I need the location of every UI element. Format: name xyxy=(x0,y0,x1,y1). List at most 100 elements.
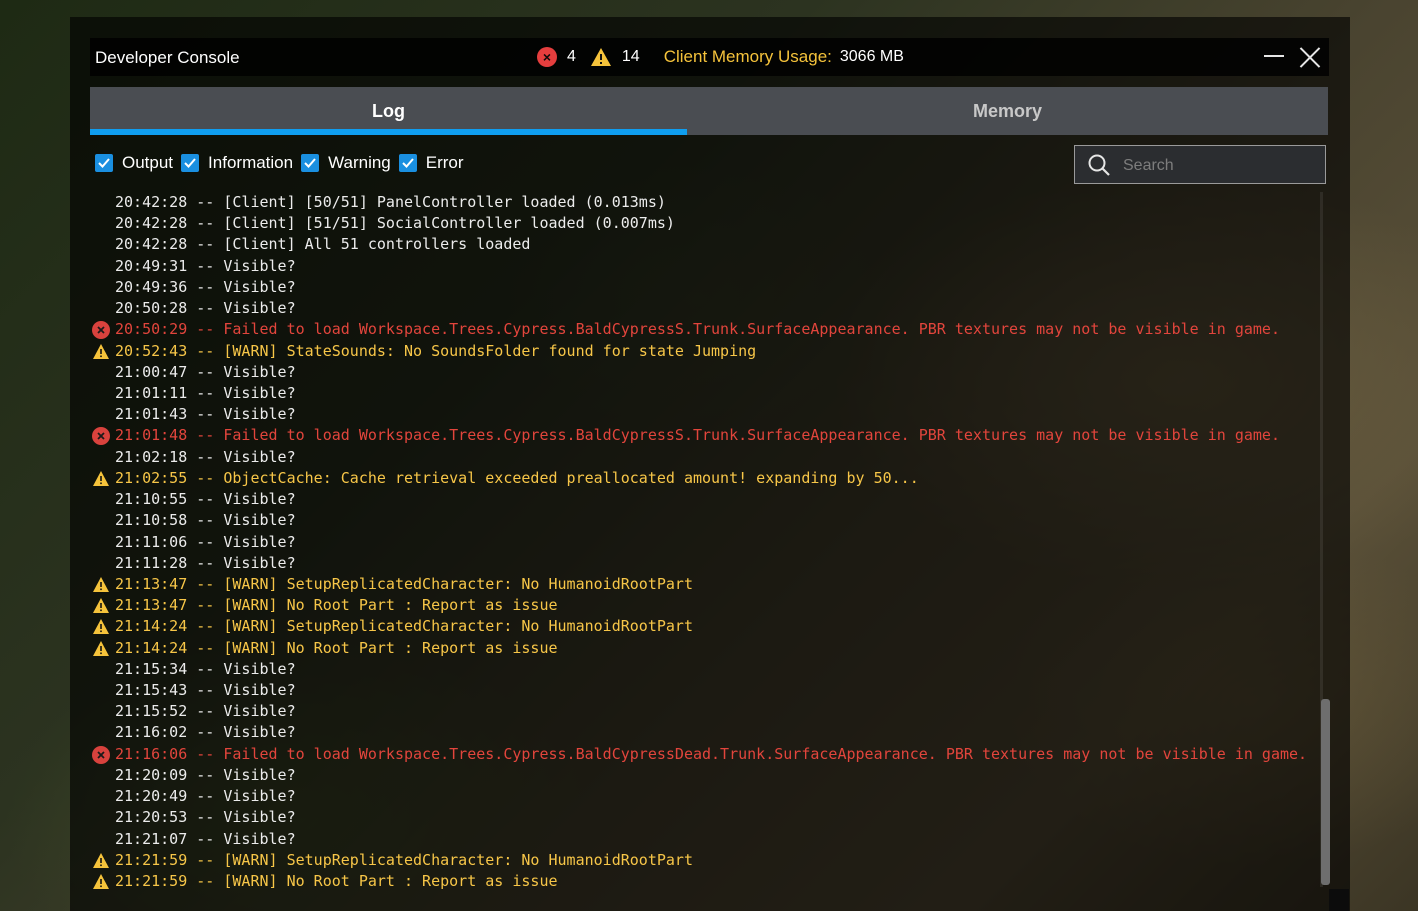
search-input[interactable] xyxy=(1121,146,1320,185)
log-line-text: 21:11:28 -- Visible? xyxy=(115,553,296,572)
log-line-output: 21:15:52 -- Visible? xyxy=(92,701,1322,722)
log-line-output: 21:10:55 -- Visible? xyxy=(92,489,1322,510)
log-line-text: 21:21:07 -- Visible? xyxy=(115,829,296,848)
warning-count: 14 xyxy=(621,48,640,65)
log-line-text: 20:50:29 -- Failed to load Workspace.Tre… xyxy=(115,320,1280,339)
checkbox-checked-icon[interactable] xyxy=(95,154,113,172)
log-output[interactable]: 20:42:28 -- [Client] [50/51] PanelContro… xyxy=(92,192,1322,892)
log-line-text: 21:15:43 -- Visible? xyxy=(115,681,296,700)
warning-icon xyxy=(93,619,109,635)
log-line-text: 21:15:52 -- Visible? xyxy=(115,702,296,721)
warning-icon xyxy=(93,598,109,614)
log-line-warning: 21:13:47 -- [WARN] No Root Part : Report… xyxy=(92,595,1322,616)
filter-output-label: Output xyxy=(122,153,174,172)
log-line-text: 21:20:09 -- Visible? xyxy=(115,765,296,784)
tab-log[interactable]: Log xyxy=(90,87,687,135)
filter-warning-label: Warning xyxy=(328,153,391,172)
log-line-output: 21:02:18 -- Visible? xyxy=(92,447,1322,468)
log-line-output: 21:01:11 -- Visible? xyxy=(92,383,1322,404)
error-icon xyxy=(92,321,110,340)
log-line-output: 21:15:43 -- Visible? xyxy=(92,680,1322,701)
log-line-text: 21:16:06 -- Failed to load Workspace.Tre… xyxy=(115,744,1308,763)
log-line-text: 21:13:47 -- [WARN] SetupReplicatedCharac… xyxy=(115,574,693,593)
log-line-warning: 21:14:24 -- [WARN] No Root Part : Report… xyxy=(92,638,1322,659)
active-tab-indicator xyxy=(90,129,687,135)
window-title: Developer Console xyxy=(95,48,240,67)
log-line-text: 21:16:02 -- Visible? xyxy=(115,723,296,742)
log-line-text: 21:20:49 -- Visible? xyxy=(115,787,296,806)
warning-icon xyxy=(93,852,109,868)
log-line-text: 21:20:53 -- Visible? xyxy=(115,808,296,827)
warning-icon xyxy=(93,576,109,592)
console-stats: × 4 14 Client Memory Usage: 3066 MB xyxy=(537,46,904,68)
log-line-output: 21:11:28 -- Visible? xyxy=(92,553,1322,574)
log-line-text: 21:14:24 -- [WARN] SetupReplicatedCharac… xyxy=(115,617,693,636)
log-line-text: 21:21:59 -- [WARN] SetupReplicatedCharac… xyxy=(115,850,693,869)
tab-memory[interactable]: Memory xyxy=(687,87,1328,135)
log-line-warning: 21:21:59 -- [WARN] No Root Part : Report… xyxy=(92,871,1322,892)
tab-bar: Log Memory xyxy=(90,87,1328,135)
log-line-text: 20:49:31 -- Visible? xyxy=(115,256,296,275)
log-line-output: 20:42:28 -- [Client] All 51 controllers … xyxy=(92,234,1322,255)
log-line-warning: 21:14:24 -- [WARN] SetupReplicatedCharac… xyxy=(92,616,1322,637)
log-line-output: 21:15:34 -- Visible? xyxy=(92,659,1322,680)
log-line-text: 20:42:28 -- [Client] [50/51] PanelContro… xyxy=(115,193,666,211)
scrollbar-thumb[interactable] xyxy=(1321,699,1330,885)
filter-information-label: Information xyxy=(208,153,294,172)
log-line-output: 20:50:28 -- Visible? xyxy=(92,298,1322,319)
log-line-error: 21:01:48 -- Failed to load Workspace.Tre… xyxy=(92,425,1322,446)
log-line-output: 21:10:58 -- Visible? xyxy=(92,510,1322,531)
search-box[interactable] xyxy=(1074,145,1326,185)
log-line-text: 20:42:28 -- [Client] [51/51] SocialContr… xyxy=(115,214,675,233)
log-line-output: 20:42:28 -- [Client] [51/51] SocialContr… xyxy=(92,213,1322,234)
log-line-warning: 21:13:47 -- [WARN] SetupReplicatedCharac… xyxy=(92,574,1322,595)
log-line-text: 21:01:43 -- Visible? xyxy=(115,405,296,424)
log-line-error: 20:50:29 -- Failed to load Workspace.Tre… xyxy=(92,319,1322,340)
log-line-text: 21:00:47 -- Visible? xyxy=(115,362,296,381)
log-line-error: 21:16:06 -- Failed to load Workspace.Tre… xyxy=(92,744,1322,765)
filter-warning[interactable]: Warning xyxy=(301,153,391,173)
log-line-text: 21:02:55 -- ObjectCache: Cache retrieval… xyxy=(115,468,919,487)
log-line-output: 21:20:09 -- Visible? xyxy=(92,765,1322,786)
checkbox-checked-icon[interactable] xyxy=(398,154,417,172)
log-line-text: 21:21:59 -- [WARN] No Root Part : Report… xyxy=(115,872,558,890)
log-line-output: 21:21:07 -- Visible? xyxy=(92,829,1322,850)
log-line-text: 21:10:58 -- Visible? xyxy=(115,511,296,530)
log-filters: Output Information Warning Error xyxy=(95,153,472,173)
title-bar[interactable]: Developer Console × 4 14 Client Memory U… xyxy=(90,38,1329,76)
log-line-text: 20:52:43 -- [WARN] StateSounds: No Sound… xyxy=(115,341,757,360)
warning-count-icon xyxy=(590,48,611,66)
warning-icon xyxy=(93,343,109,359)
error-icon xyxy=(92,427,110,446)
developer-console: Developer Console × 4 14 Client Memory U… xyxy=(70,17,1350,911)
filter-error-label: Error xyxy=(425,153,464,172)
error-count-icon: × xyxy=(537,47,557,67)
log-line-text: 21:11:06 -- Visible? xyxy=(115,532,296,551)
scroll-corner xyxy=(1329,889,1349,911)
log-line-warning: 21:02:55 -- ObjectCache: Cache retrieval… xyxy=(92,468,1322,489)
log-line-output: 21:20:49 -- Visible? xyxy=(92,786,1322,807)
filter-information[interactable]: Information xyxy=(181,153,293,173)
log-line-text: 21:13:47 -- [WARN] No Root Part : Report… xyxy=(115,596,558,615)
filter-error[interactable]: Error xyxy=(398,153,464,173)
log-line-warning: 20:52:43 -- [WARN] StateSounds: No Sound… xyxy=(92,341,1322,362)
checkbox-checked-icon[interactable] xyxy=(181,154,200,172)
log-line-output: 20:42:28 -- [Client] [50/51] PanelContro… xyxy=(92,192,1322,213)
log-line-output: 21:20:53 -- Visible? xyxy=(92,807,1322,828)
close-icon[interactable] xyxy=(1298,45,1322,69)
warning-icon xyxy=(93,640,109,656)
checkbox-checked-icon[interactable] xyxy=(301,154,320,172)
log-line-output: 20:49:36 -- Visible? xyxy=(92,277,1322,298)
minimize-icon[interactable] xyxy=(1264,55,1284,57)
memory-usage-label: Client Memory Usage: xyxy=(663,47,832,66)
log-line-text: 21:01:48 -- Failed to load Workspace.Tre… xyxy=(115,426,1280,445)
filter-output[interactable]: Output xyxy=(95,153,173,173)
log-line-text: 21:14:24 -- [WARN] No Root Part : Report… xyxy=(115,638,558,657)
memory-usage-value: 3066 MB xyxy=(839,48,904,65)
warning-icon xyxy=(93,874,109,889)
log-line-text: 21:01:11 -- Visible? xyxy=(115,383,296,402)
log-line-warning: 21:21:59 -- [WARN] SetupReplicatedCharac… xyxy=(92,850,1322,871)
log-line-output: 21:01:43 -- Visible? xyxy=(92,404,1322,425)
log-line-output: 21:11:06 -- Visible? xyxy=(92,532,1322,553)
error-icon xyxy=(92,745,110,764)
